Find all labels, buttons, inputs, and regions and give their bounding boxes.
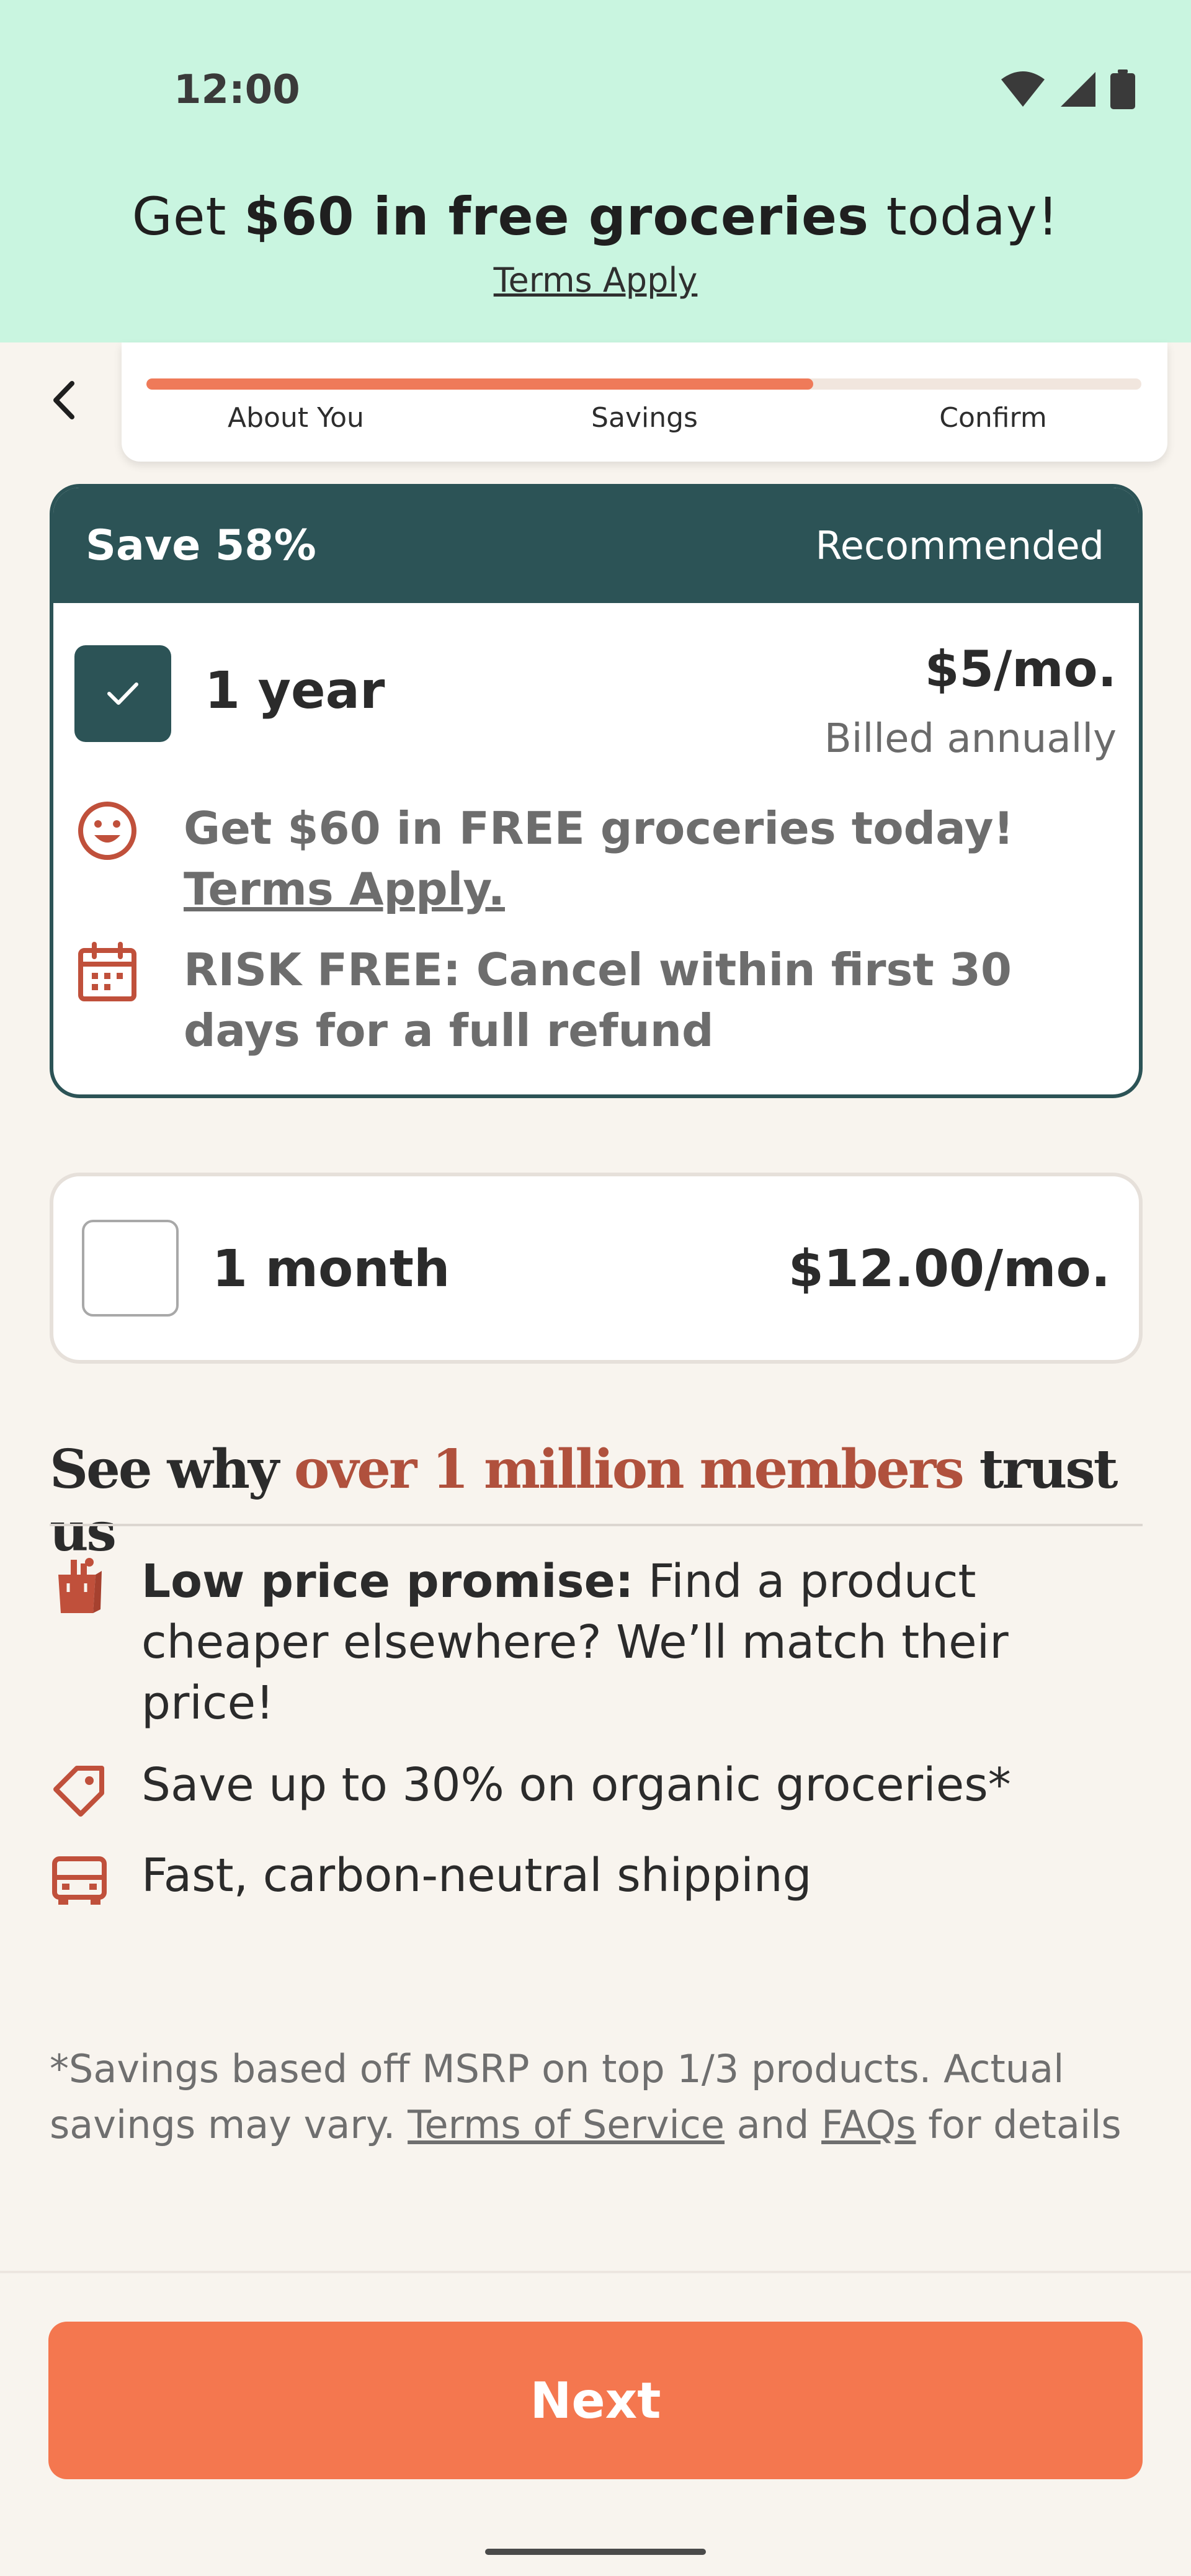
promo-title-suffix: today! — [869, 186, 1059, 247]
step-confirm: Confirm — [939, 402, 1047, 434]
battery-icon — [1110, 69, 1135, 109]
plan-checkbox-checked[interactable] — [74, 645, 171, 742]
faqs-link[interactable]: FAQs — [821, 2102, 916, 2147]
smiley-icon — [78, 802, 136, 860]
check-icon — [107, 682, 138, 705]
benefit-shipping: Fast, carbon-neutral shipping — [50, 1845, 1143, 1910]
plan-price: $12.00/mo. — [788, 1240, 1110, 1299]
terms-of-service-link[interactable]: Terms of Service — [408, 2102, 725, 2147]
benefit-bold: Low price promise: — [141, 1555, 634, 1608]
status-time: 12:00 — [174, 67, 300, 113]
plan-price: $5/mo. — [924, 640, 1117, 698]
save-badge: Save 58% — [86, 521, 316, 570]
plan-header: Save 58% Recommended — [53, 488, 1139, 603]
perk-text: Get $60 in FREE groceries today! — [184, 802, 1014, 854]
calendar-icon — [78, 942, 136, 1001]
perk-text: RISK FREE: Cancel within first 30 days f… — [184, 944, 1012, 1057]
next-button[interactable]: Next — [48, 2322, 1143, 2479]
benefit-low-price: Low price promise: Find a product cheape… — [50, 1551, 1143, 1733]
price-tag-icon — [53, 1766, 104, 1817]
chevron-left-icon — [53, 381, 74, 419]
trust-heading-highlight: over 1 million members — [293, 1438, 965, 1501]
trust-heading-prefix: See why — [50, 1438, 294, 1501]
step-savings: Savings — [591, 402, 698, 434]
home-indicator[interactable] — [485, 2549, 706, 2555]
footnote-suffix: for details — [916, 2102, 1122, 2147]
divider — [50, 1524, 1143, 1526]
plan-checkbox-unchecked[interactable] — [82, 1220, 179, 1317]
step-about-you: About You — [228, 402, 364, 434]
cellular-signal-icon — [1061, 72, 1095, 107]
benefit-savings: Save up to 30% on organic groceries* — [50, 1755, 1143, 1819]
status-icons — [1000, 69, 1135, 109]
benefit-text: Save up to 30% on organic groceries* — [141, 1758, 1011, 1812]
promo-title-prefix: Get — [132, 186, 244, 247]
footnote-and: and — [725, 2102, 822, 2147]
wifi-icon — [1001, 71, 1045, 107]
plan-option-1-month[interactable]: 1 month $12.00/mo. — [50, 1173, 1143, 1364]
plan-billing-note: Billed annually — [824, 716, 1117, 762]
truck-icon — [52, 1856, 107, 1905]
progress-fill — [146, 378, 813, 390]
promo-title-bold: $60 in free groceries — [244, 186, 869, 247]
progress-card: About You Savings Confirm — [122, 342, 1167, 462]
plan-option-1-year[interactable]: Save 58% Recommended 1 year $5/mo. Bille… — [50, 484, 1143, 1098]
promo-title: Get $60 in free groceries today! — [0, 186, 1191, 247]
plan-term: 1 year — [205, 661, 385, 720]
recommended-label: Recommended — [815, 522, 1104, 568]
savings-footnote: *Savings based off MSRP on top 1/3 produ… — [50, 2041, 1143, 2153]
perk-risk-free: RISK FREE: Cancel within first 30 days f… — [74, 939, 1117, 1061]
promo-banner: 12:00 Get $60 in free groceries today! T… — [0, 0, 1191, 342]
plan-term: 1 month — [212, 1240, 450, 1299]
promo-terms-link[interactable]: Terms Apply — [494, 261, 698, 300]
back-button[interactable] — [38, 372, 88, 428]
grocery-bag-icon — [58, 1558, 102, 1613]
perk-free-groceries: Get $60 in FREE groceries today! Terms Ap… — [74, 798, 1117, 919]
trust-heading: See why over 1 million members trust us — [50, 1438, 1143, 1563]
progress-steps: About You Savings Confirm — [122, 402, 1167, 434]
progress-bar — [146, 378, 1141, 390]
benefit-text: Fast, carbon-neutral shipping — [141, 1849, 812, 1902]
perk-terms-link[interactable]: Terms Apply. — [184, 863, 505, 915]
